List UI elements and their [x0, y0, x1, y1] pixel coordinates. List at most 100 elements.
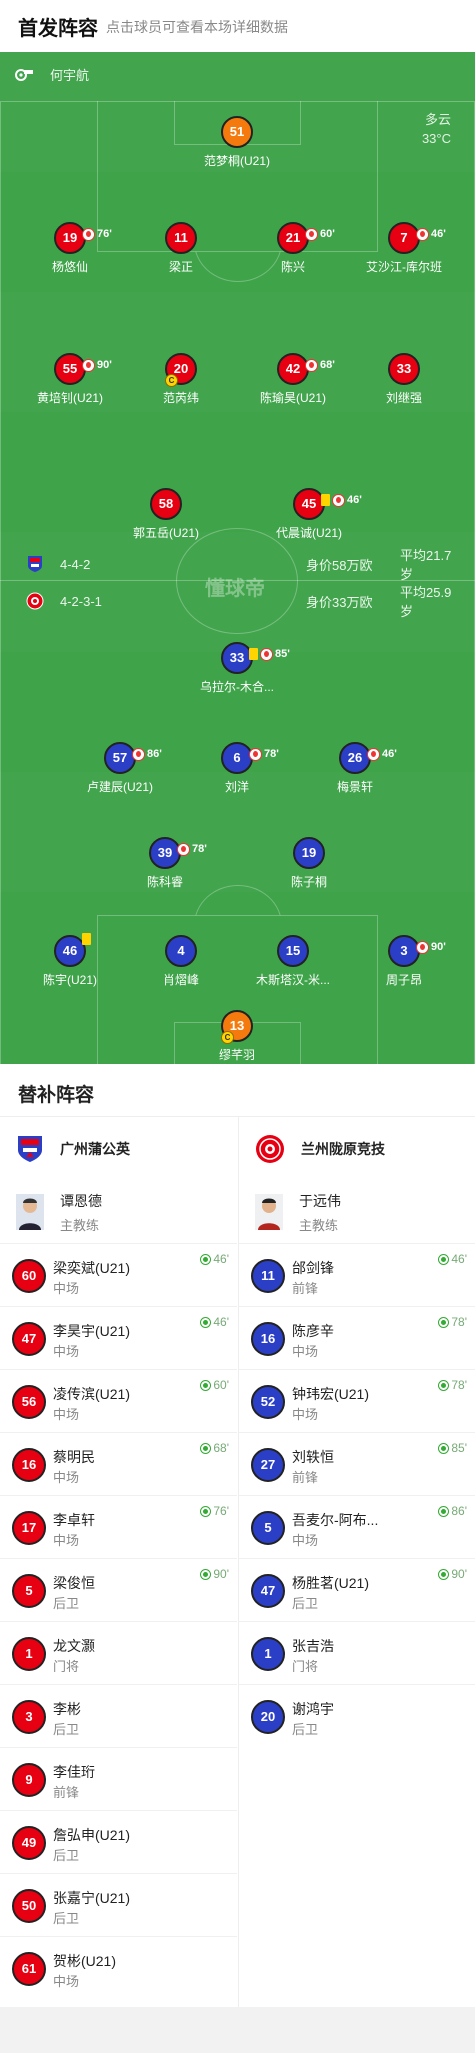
substitution-minute: 85': [451, 1441, 467, 1455]
substitute-row[interactable]: 1 张吉浩 门将: [239, 1621, 475, 1684]
away-player[interactable]: 39 78' 陈科睿: [100, 837, 230, 890]
player-number: 6: [233, 750, 241, 765]
home-formation: 4-4-2: [60, 556, 91, 572]
home-team-name: 广州蒲公英: [60, 1141, 130, 1157]
player-number-badge: 21 60': [277, 222, 335, 254]
substitute-row[interactable]: 16 陈彦辛中场 78': [239, 1306, 475, 1369]
away-player[interactable]: 19 陈子桐: [244, 837, 374, 890]
substitute-position: 中场: [53, 1470, 80, 1485]
substitution-in-icon: [438, 1253, 450, 1265]
player-number: 15: [285, 943, 301, 958]
away-player[interactable]: 13 C 缪芊羽: [172, 1010, 302, 1063]
away-coach[interactable]: 于远伟 主教练: [239, 1181, 475, 1243]
substitution-in-icon: [200, 1505, 212, 1517]
player-number-badge: 16: [251, 1322, 285, 1356]
player-number-badge: 42 68': [277, 353, 335, 385]
substitute-name: 梁奕斌(U21): [53, 1260, 131, 1276]
substitute-row[interactable]: 47 李昊宇(U21) 中场 46': [0, 1306, 237, 1369]
substitution-minute: 78': [192, 843, 207, 855]
substitute-name: 李彬: [53, 1701, 81, 1717]
substitutes-section: 替补阵容 广州蒲公英 谭恩德 主教练 60 梁奕斌(U21) 中场 46' 47 李昊宇(…: [0, 1064, 475, 2007]
player-number: 57: [112, 750, 128, 765]
substitution-minute: 86': [147, 748, 162, 760]
player-name: 刘继强: [385, 391, 422, 405]
substitute-row[interactable]: 20 谢鸿宇 后卫: [239, 1684, 475, 1747]
substitute-position: 中场: [53, 1407, 80, 1422]
substitute-name: 吾麦尔-阿布...: [292, 1512, 379, 1528]
home-player[interactable]: 7 46' 艾沙江-库尔班: [339, 222, 469, 275]
captain-badge-icon: C: [165, 374, 178, 387]
coach-avatar-icon: [16, 1194, 44, 1230]
referee-info: 何宇航: [14, 65, 89, 84]
player-number-badge: 6 78': [221, 742, 279, 774]
lineup-title: 首发阵容: [18, 18, 98, 40]
away-player[interactable]: 3 90' 周子昂: [339, 935, 469, 988]
substitute-row[interactable]: 47 杨胜茗(U21) 后卫 90': [239, 1558, 475, 1621]
substitution-in-icon: [200, 1568, 212, 1580]
substitute-row[interactable]: 16 蔡明民 中场 68': [0, 1432, 237, 1495]
yellow-card-icon: [249, 648, 258, 660]
player-number-badge: 1: [251, 1637, 285, 1671]
away-player[interactable]: 57 86' 卢建辰(U21): [55, 742, 185, 795]
substitute-name: 凌传滨(U21): [53, 1386, 131, 1402]
away-team-header: 兰州陇原竞技: [239, 1117, 475, 1181]
substitute-row[interactable]: 1 龙文灏 门将: [0, 1621, 237, 1684]
home-coach-name: 谭恩德: [60, 1192, 102, 1209]
home-team-badge-icon: [28, 556, 42, 572]
substitute-row[interactable]: 9 李佳珩 前锋: [0, 1747, 237, 1810]
away-player[interactable]: 33 85' 乌拉尔-木合...: [172, 642, 302, 695]
player-number-badge: 61: [12, 1952, 46, 1986]
player-number: 46: [62, 943, 78, 958]
substitute-row[interactable]: 17 李卓轩 中场 76': [0, 1495, 237, 1558]
substitute-row[interactable]: 5 吾麦尔-阿布... 中场 86': [239, 1495, 475, 1558]
substitution-minute: 76': [97, 228, 112, 240]
substitution-out-icon: [132, 747, 145, 761]
player-number-badge: 51: [221, 116, 253, 148]
coach-avatar-icon: [255, 1194, 283, 1230]
substitute-name: 陈彦辛: [292, 1323, 334, 1339]
away-player[interactable]: 6 78' 刘洋: [172, 742, 302, 795]
home-player[interactable]: 45 46' 代晨诚(U21): [244, 488, 374, 541]
substitute-row[interactable]: 27 刘轶恒 前锋 85': [239, 1432, 475, 1495]
substitution-minute: 46': [347, 494, 362, 506]
player-number-badge: 27: [251, 1448, 285, 1482]
substitution-in-info: 46': [438, 1252, 467, 1266]
home-player[interactable]: 33 刘继强: [339, 353, 469, 406]
home-coach[interactable]: 谭恩德 主教练: [0, 1181, 237, 1243]
player-number: 45: [301, 496, 317, 511]
substitute-position: 门将: [53, 1659, 80, 1674]
player-number: 58: [158, 496, 174, 511]
player-number-badge: 15: [277, 935, 309, 967]
substitution-minute: 78': [451, 1378, 467, 1392]
home-player[interactable]: 58 郭五岳(U21): [101, 488, 231, 541]
substitution-minute: 90': [97, 359, 112, 371]
substitute-row[interactable]: 3 李彬 后卫: [0, 1684, 237, 1747]
substitute-row[interactable]: 11 邰剑锋 前锋 46': [239, 1243, 475, 1306]
substitution-out-icon: [249, 747, 262, 761]
substitute-row[interactable]: 49 詹弘申(U21) 后卫: [0, 1810, 237, 1873]
player-number-badge: 13 C: [221, 1010, 253, 1044]
substitution-minute: 46': [382, 748, 397, 760]
substitution-out-icon: [367, 747, 380, 761]
player-events: 60': [305, 220, 335, 248]
home-player[interactable]: 51 范梦桐(U21): [172, 116, 302, 169]
player-name: 范梦桐(U21): [203, 154, 270, 168]
player-events: 68': [305, 351, 335, 379]
substitute-row[interactable]: 60 梁奕斌(U21) 中场 46': [0, 1243, 237, 1306]
substitute-row[interactable]: 5 梁俊恒 后卫 90': [0, 1558, 237, 1621]
substitute-row[interactable]: 56 凌传滨(U21) 中场 60': [0, 1369, 237, 1432]
substitution-in-info: 78': [438, 1378, 467, 1392]
player-number-badge: 46: [54, 933, 91, 967]
home-player[interactable]: 11 梁正: [116, 222, 246, 275]
substitution-minute: 78': [451, 1315, 467, 1329]
substitute-row[interactable]: 50 张嘉宁(U21) 后卫: [0, 1873, 237, 1936]
away-player[interactable]: 4 肖熠峰: [116, 935, 246, 988]
away-player[interactable]: 26 46' 梅景轩: [290, 742, 420, 795]
home-player[interactable]: 20 C 范芮纬: [116, 353, 246, 406]
substitute-position: 中场: [292, 1344, 319, 1359]
substitute-row[interactable]: 61 贺彬(U21) 中场: [0, 1936, 237, 1999]
substitute-row[interactable]: 52 钟玮宏(U21) 中场 78': [239, 1369, 475, 1432]
player-number: 7: [400, 230, 408, 245]
substitute-name: 张吉浩: [292, 1638, 334, 1654]
home-team-header: 广州蒲公英: [0, 1117, 237, 1181]
